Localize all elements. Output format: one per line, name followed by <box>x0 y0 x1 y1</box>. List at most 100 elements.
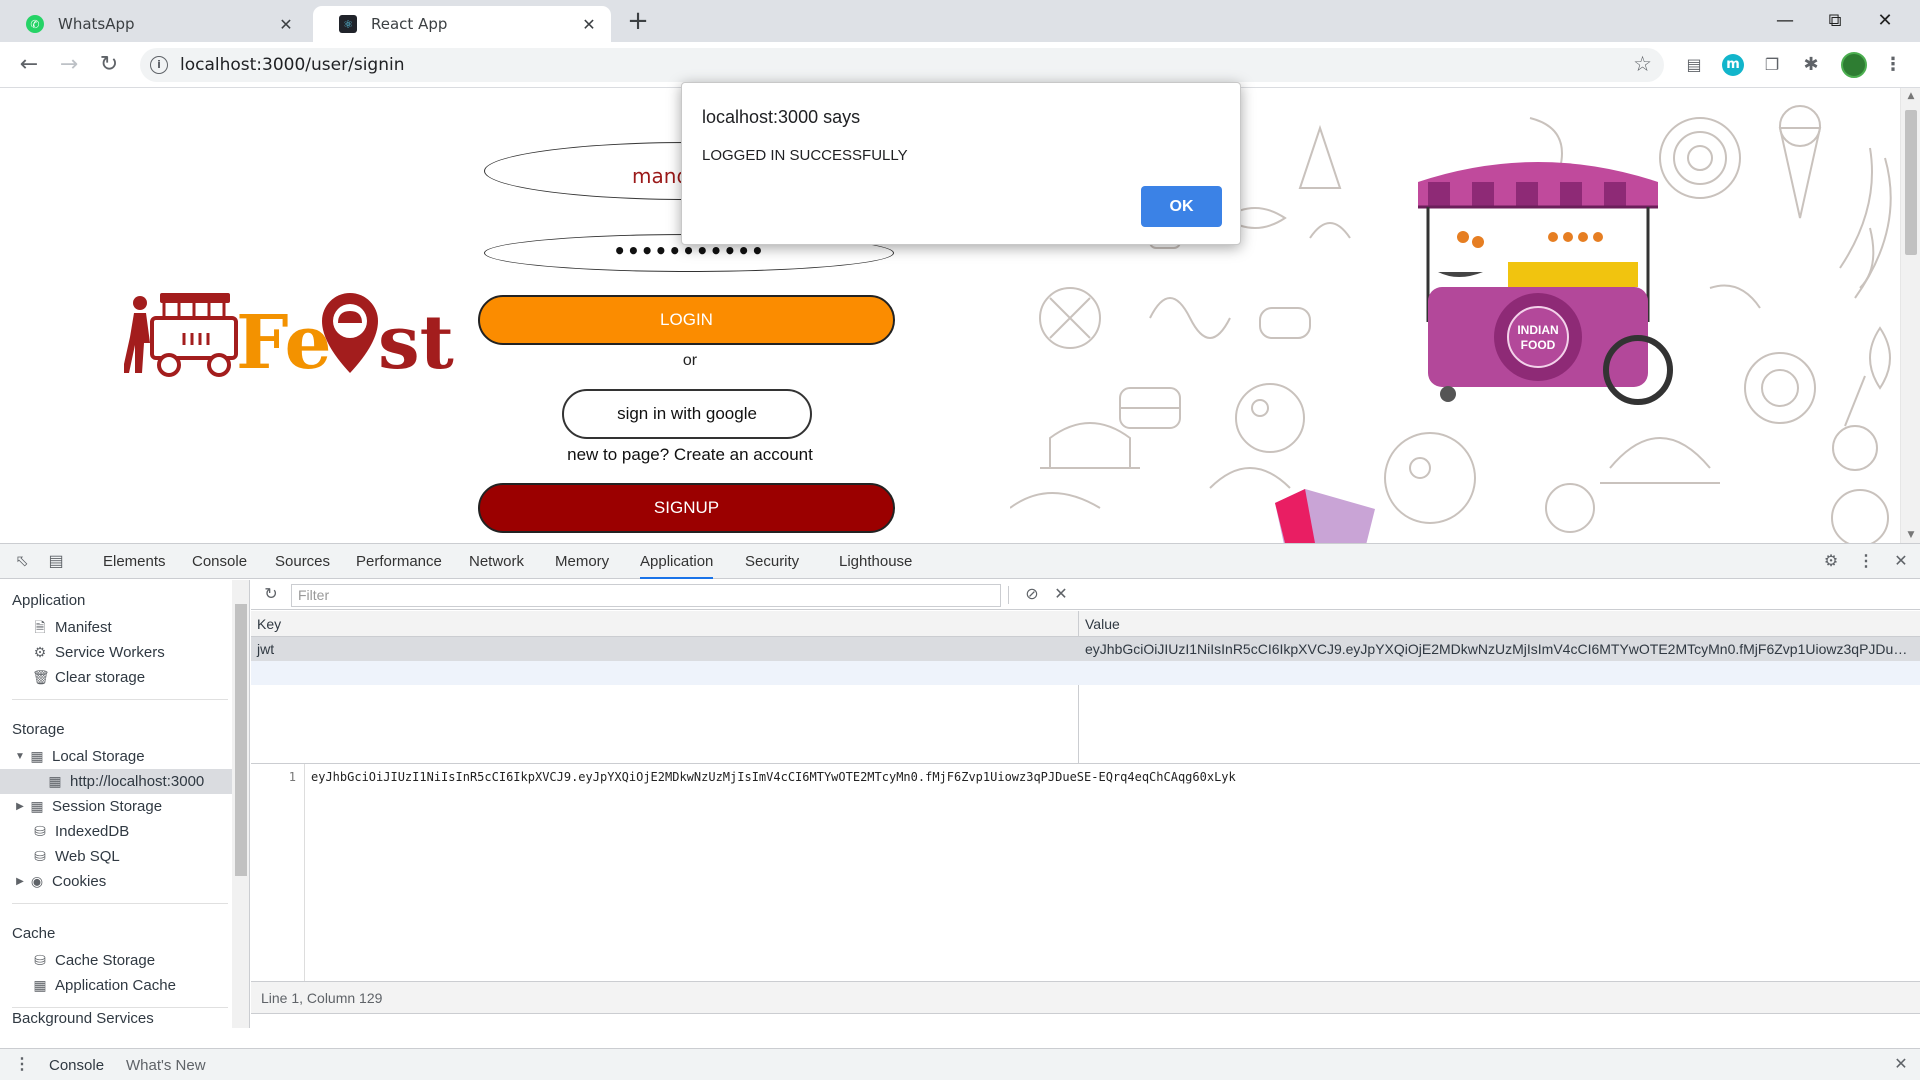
devtools-tabbar: ⬁ ▤ Elements Console Sources Performance… <box>0 544 1920 579</box>
devtools-menu-icon[interactable]: ⋮ <box>1856 552 1876 572</box>
indian-food-cart-illustration: INDIAN FOOD <box>1418 162 1673 405</box>
tab-whatsapp[interactable]: ✆ WhatsApp ✕ <box>0 6 308 42</box>
toolbar-divider <box>1008 586 1009 604</box>
back-icon[interactable]: ← <box>14 50 44 80</box>
sidebar-scrollbar[interactable] <box>232 580 249 1028</box>
sidebar-divider <box>12 699 228 700</box>
bookmark-star-icon[interactable]: ☆ <box>1633 52 1652 76</box>
column-divider[interactable] <box>1078 611 1079 763</box>
extension-icon[interactable]: ❐ <box>1761 54 1783 76</box>
filter-input[interactable]: Filter <box>291 584 1001 607</box>
dialog-ok-button[interactable]: OK <box>1141 186 1222 227</box>
browser-tab-strip: ✆ WhatsApp ✕ ⚛ React App ✕ + — ⧉ ✕ <box>0 0 1920 42</box>
row-value[interactable]: eyJhbGciOiJIUzI1NiIsInR5cCI6IkpXVCJ9.eyJ… <box>1085 641 1910 657</box>
sidebar-divider <box>12 1007 228 1008</box>
sidebar-item-cookies[interactable]: ▶ ◉ Cookies <box>14 869 106 894</box>
sidebar-item-label: Application Cache <box>55 977 176 994</box>
alert-dialog: localhost:3000 says LOGGED IN SUCCESSFUL… <box>681 82 1241 245</box>
url-text[interactable]: localhost:3000/user/signin <box>180 55 404 75</box>
react-icon: ⚛ <box>339 15 357 33</box>
sidebar-item-web-sql[interactable]: ⛁ Web SQL <box>32 844 120 869</box>
tab-network[interactable]: Network <box>469 544 524 579</box>
login-button[interactable]: LOGIN <box>478 295 895 345</box>
restore-icon[interactable]: ⧉ <box>1810 6 1860 36</box>
expanded-triangle-icon[interactable]: ▼ <box>14 744 26 769</box>
tab-security[interactable]: Security <box>745 544 799 579</box>
close-tab-icon[interactable]: ✕ <box>276 15 296 34</box>
scroll-up-icon[interactable]: ▲ <box>1901 91 1920 101</box>
value-column-header[interactable]: Value <box>1085 616 1120 632</box>
refresh-icon[interactable]: ↻ <box>261 585 281 605</box>
sidebar-item-label: Service Workers <box>55 644 165 661</box>
profile-avatar[interactable] <box>1841 52 1867 78</box>
menu-kebab-icon[interactable]: ⋮ <box>1882 54 1904 76</box>
collapsed-triangle-icon[interactable]: ▶ <box>14 869 26 894</box>
drawer-menu-icon[interactable]: ⋮ <box>12 1055 32 1075</box>
page-scrollbar[interactable]: ▲ ▼ <box>1900 88 1920 543</box>
sidebar-item-application-cache[interactable]: ▦ Application Cache <box>32 973 176 998</box>
sidebar-item-indexeddb[interactable]: ⛁ IndexedDB <box>32 819 129 844</box>
database-icon: ⛁ <box>34 952 46 968</box>
cart-sign-text: INDIAN <box>1517 323 1558 337</box>
site-info-icon[interactable]: i <box>150 56 168 74</box>
collapsed-triangle-icon[interactable]: ▶ <box>14 794 26 819</box>
reading-list-icon[interactable]: ▤ <box>1683 54 1705 76</box>
device-toolbar-icon[interactable]: ▤ <box>46 552 66 572</box>
preview-code-text[interactable]: eyJhbGciOiJIUzI1NiIsInR5cCI6IkpXVCJ9.eyJ… <box>311 770 1236 784</box>
file-icon: 🗎 <box>34 619 46 635</box>
tab-react-app[interactable]: ⚛ React App ✕ <box>313 6 611 42</box>
sidebar-item-local-storage[interactable]: ▼ ▦ Local Storage <box>14 744 145 769</box>
close-tab-icon[interactable]: ✕ <box>579 15 599 34</box>
address-bar[interactable]: i localhost:3000/user/signin ☆ <box>140 48 1664 82</box>
row-key[interactable]: jwt <box>257 641 274 657</box>
sidebar-item-label: Cookies <box>52 873 107 890</box>
tab-sources[interactable]: Sources <box>275 544 330 579</box>
delete-selected-icon[interactable]: ✕ <box>1051 585 1071 605</box>
sidebar-item-label: Web SQL <box>55 848 120 865</box>
empty-table-row[interactable] <box>251 661 1920 685</box>
close-drawer-icon[interactable]: ✕ <box>1891 1055 1911 1075</box>
tab-performance[interactable]: Performance <box>356 544 442 579</box>
storage-table-header: Key Value <box>251 611 1920 637</box>
section-application: Application <box>12 592 86 609</box>
sidebar-item-cache-storage[interactable]: ⛁ Cache Storage <box>32 948 155 973</box>
close-window-icon[interactable]: ✕ <box>1860 6 1910 36</box>
reload-icon[interactable]: ↻ <box>94 50 124 80</box>
value-preview-pane: 1 eyJhbGciOiJIUzI1NiIsInR5cCI6IkpXVCJ9.e… <box>251 763 1920 982</box>
new-tab-button[interactable]: + <box>624 8 652 36</box>
sidebar-scrollbar-thumb[interactable] <box>235 604 247 876</box>
sidebar-item-manifest[interactable]: 🗎 Manifest <box>32 615 111 640</box>
svg-text:Fe: Fe <box>236 300 332 383</box>
scroll-down-icon[interactable]: ▼ <box>1901 530 1920 540</box>
tab-elements[interactable]: Elements <box>103 544 166 579</box>
sidebar-item-session-storage[interactable]: ▶ ▦ Session Storage <box>14 794 162 819</box>
grid-icon: ▦ <box>30 748 44 764</box>
scrollbar-thumb[interactable] <box>1905 110 1917 255</box>
table-row[interactable]: jwt eyJhbGciOiJIUzI1NiIsInR5cCI6IkpXVCJ9… <box>251 637 1920 661</box>
key-column-header[interactable]: Key <box>257 616 281 632</box>
tab-application[interactable]: Application <box>640 544 714 579</box>
or-separator: or <box>682 352 698 369</box>
puzzle-extensions-icon[interactable]: ✱ <box>1800 54 1822 76</box>
settings-gear-icon[interactable]: ⚙ <box>1821 552 1841 572</box>
drawer-tab-console[interactable]: Console <box>49 1049 104 1080</box>
sidebar-item-localhost-origin[interactable]: ▦ http://localhost:3000 <box>0 769 232 794</box>
close-devtools-icon[interactable]: ✕ <box>1891 552 1911 572</box>
tab-memory[interactable]: Memory <box>555 544 609 579</box>
drawer-tab-whats-new[interactable]: What's New <box>126 1049 206 1080</box>
google-signin-button[interactable]: sign in with google <box>562 389 812 439</box>
tab-lighthouse[interactable]: Lighthouse <box>839 544 912 579</box>
signup-button[interactable]: SIGNUP <box>478 483 895 533</box>
create-account-link[interactable]: new to page? Create an account <box>540 445 840 465</box>
clear-all-icon[interactable]: ⊘ <box>1022 585 1042 605</box>
forward-icon[interactable]: → <box>54 50 84 80</box>
extension-m-icon[interactable]: m <box>1722 54 1744 76</box>
sidebar-item-service-workers[interactable]: ⚙ Service Workers <box>32 640 165 665</box>
sidebar-item-clear-storage[interactable]: 🗑 Clear storage <box>32 665 145 690</box>
inspect-element-icon[interactable]: ⬁ <box>12 552 32 572</box>
svg-text:FOOD: FOOD <box>1521 338 1556 352</box>
minimize-icon[interactable]: — <box>1760 6 1810 36</box>
preview-status-bar: Line 1, Column 129 <box>251 981 1920 1014</box>
sidebar-item-label: Cache Storage <box>55 952 156 969</box>
tab-console[interactable]: Console <box>192 544 247 579</box>
